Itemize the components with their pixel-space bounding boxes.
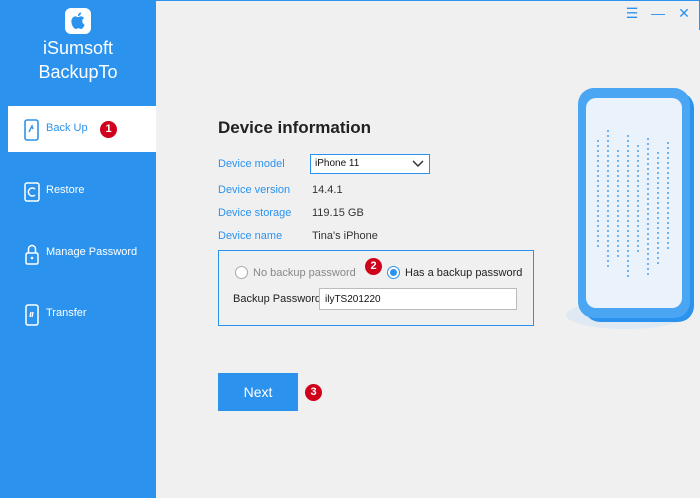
chevron-down-icon — [412, 160, 424, 168]
title-bar: ☰ — ✕ — [156, 0, 700, 30]
step-badge-2: 2 — [365, 258, 382, 275]
transfer-phone-icon — [25, 304, 39, 326]
device-version-label: Device version — [218, 184, 291, 196]
device-model-label: Device model — [218, 158, 285, 170]
apple-icon — [71, 12, 85, 29]
page-title: Device information — [218, 118, 372, 137]
restore-icon — [24, 182, 40, 202]
sidebar-item-manage-password[interactable]: Manage Password — [8, 230, 156, 276]
sidebar-item-transfer[interactable]: Transfer — [8, 291, 156, 337]
sidebar-item-label: Back Up — [46, 122, 88, 134]
backup-password-panel: No backup password 2 Has a backup passwo… — [218, 250, 534, 326]
minimize-icon[interactable]: — — [650, 5, 666, 21]
sidebar-item-label: Transfer — [46, 307, 87, 319]
sidebar: iSumsoft BackupTo Back Up 1 Restore Mana… — [0, 0, 156, 498]
backup-phone-icon — [24, 119, 39, 141]
no-backup-password-label: No backup password — [253, 267, 356, 279]
app-logo — [65, 8, 91, 34]
device-name-value: Tina's iPhone — [312, 230, 378, 242]
app-name: iSumsoft — [42, 38, 114, 58]
step-badge-3: 3 — [305, 384, 322, 401]
no-backup-password-radio[interactable] — [235, 266, 248, 279]
step-badge-1: 1 — [100, 121, 117, 138]
backup-password-label: Backup Passwords: — [233, 293, 330, 305]
has-backup-password-label: Has a backup password — [405, 267, 523, 279]
app-name: BackupTo — [38, 62, 118, 82]
device-model-value: iPhone 11 — [315, 158, 360, 169]
device-model-select[interactable]: iPhone 11 — [310, 154, 430, 174]
device-storage-label: Device storage — [218, 207, 292, 219]
device-name-label: Device name — [218, 230, 283, 242]
menu-icon[interactable]: ☰ — [624, 5, 640, 21]
has-backup-password-radio[interactable] — [387, 266, 400, 279]
close-icon[interactable]: ✕ — [676, 5, 692, 21]
lock-phone-icon — [25, 244, 39, 265]
sidebar-item-label: Manage Password — [46, 246, 138, 258]
phone-illustration — [566, 88, 694, 329]
sidebar-item-restore[interactable]: Restore — [8, 168, 156, 214]
device-storage-value: 119.15 GB — [312, 207, 364, 219]
device-version-value: 14.4.1 — [312, 184, 343, 196]
backup-password-input[interactable] — [319, 288, 517, 310]
sidebar-item-back-up[interactable]: Back Up 1 — [8, 106, 156, 152]
sidebar-item-label: Restore — [46, 184, 85, 196]
next-button[interactable]: Next — [218, 373, 298, 411]
